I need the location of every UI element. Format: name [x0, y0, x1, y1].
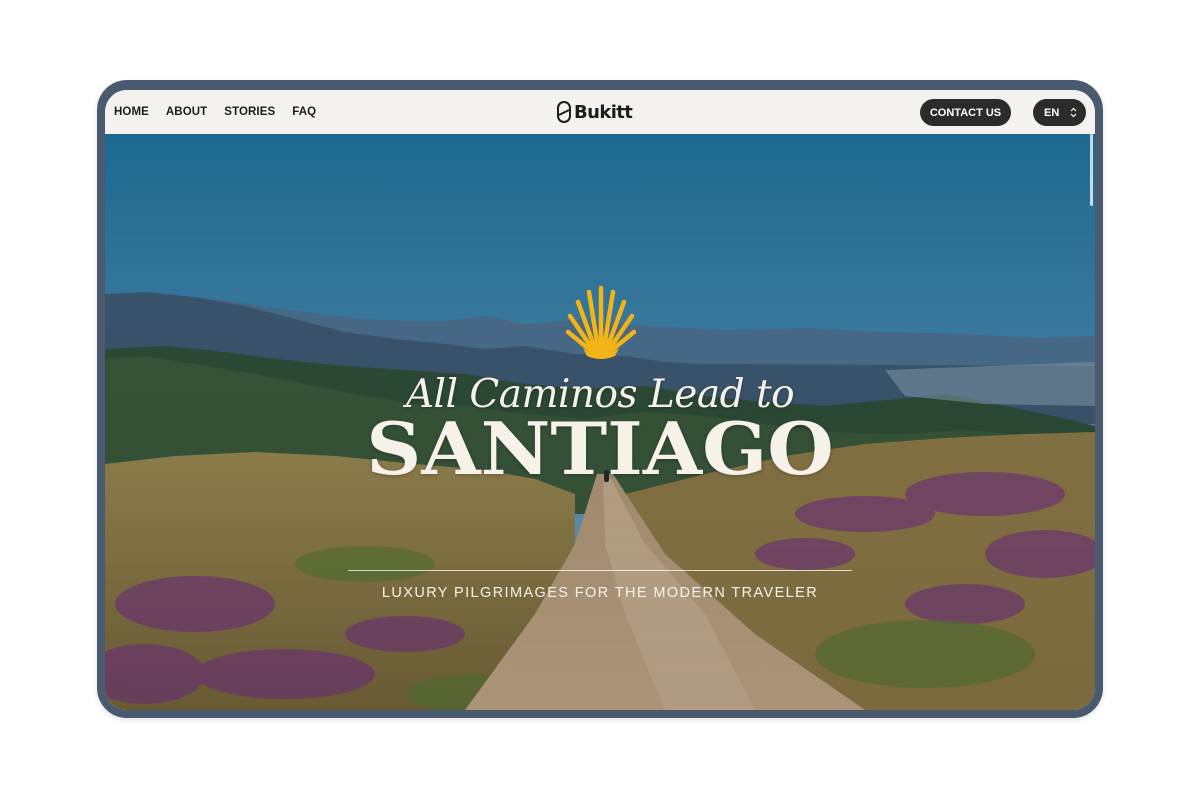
brand-logo[interactable]: Bukitt — [557, 101, 633, 123]
language-value: EN — [1044, 106, 1060, 119]
chevron-updown-icon — [1070, 107, 1077, 118]
hero-section: All Caminos Lead to SANTIAGO LUXURY PILG… — [105, 134, 1095, 710]
nav-about-link[interactable]: ABOUT — [166, 106, 207, 118]
hero-divider — [348, 570, 852, 571]
nav-home-link[interactable]: HOME — [114, 106, 149, 118]
nav-stories-link[interactable]: STORIES — [224, 106, 275, 118]
nav-links: HOME ABOUT STORIES FAQ — [114, 90, 316, 134]
scallop-shell-icon — [565, 285, 637, 359]
brand-name: Bukitt — [574, 101, 633, 123]
nav-faq-link[interactable]: FAQ — [292, 106, 316, 118]
bukitt-logo-icon — [557, 101, 571, 123]
hero-subtitle: LUXURY PILGRIMAGES FOR THE MODERN TRAVEL… — [381, 585, 819, 601]
scrollbar-thumb[interactable] — [1090, 134, 1093, 206]
browser-viewport: HOME ABOUT STORIES FAQ Bukitt CONTACT US… — [105, 90, 1095, 710]
language-select[interactable]: EN — [1033, 99, 1086, 126]
navbar: HOME ABOUT STORIES FAQ Bukitt CONTACT US… — [105, 90, 1095, 134]
contact-us-button[interactable]: CONTACT US — [920, 99, 1011, 126]
hero-title: SANTIAGO — [366, 406, 834, 491]
